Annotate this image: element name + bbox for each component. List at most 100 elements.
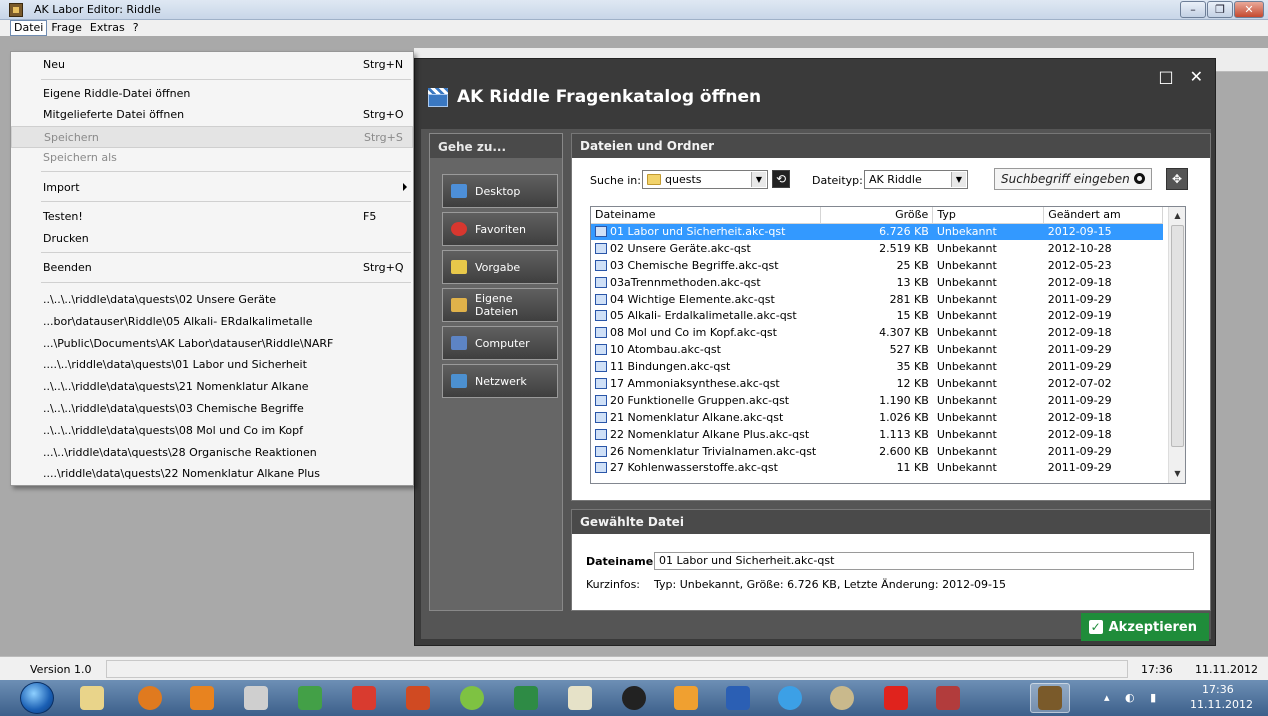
menu-item-beenden[interactable]: Beenden Strg+Q bbox=[11, 257, 413, 279]
menu-frage[interactable]: Frage bbox=[47, 20, 86, 36]
taskbar-ie[interactable] bbox=[770, 683, 810, 713]
nav-computer-button[interactable]: Computer bbox=[442, 326, 558, 360]
minimize-icon[interactable]: – bbox=[1180, 1, 1206, 18]
recent-file-item[interactable]: ...\..\riddle\data\quests\28 Organische … bbox=[11, 442, 413, 464]
chevron-down-icon[interactable]: ▼ bbox=[751, 172, 766, 187]
table-row[interactable]: 21 Nomenklatur Alkane.akc-qst 1.026 KB Unb… bbox=[591, 409, 1163, 426]
recent-file-item[interactable]: ..\..\..\riddle\data\quests\21 Nomenklat… bbox=[11, 376, 413, 398]
vertical-scrollbar[interactable]: ▲ ▼ bbox=[1168, 207, 1185, 483]
column-typ[interactable]: Typ bbox=[932, 207, 1045, 224]
search-input[interactable]: Suchbegriff eingeben bbox=[994, 168, 1152, 190]
nav-eigene-dateien-button[interactable]: Eigene Dateien bbox=[442, 288, 558, 322]
dialog-body: Gehe zu... Desktop Favoriten Vorgabe Eig… bbox=[421, 129, 1211, 639]
file-icon bbox=[595, 327, 607, 339]
file-icon bbox=[595, 361, 607, 373]
recent-file-item[interactable]: ...bor\datauser\Riddle\05 Alkali- ERdalk… bbox=[11, 311, 413, 333]
menu-item-testen[interactable]: Testen! F5 bbox=[11, 206, 413, 228]
menu-item-mitgelieferte-oeffnen[interactable]: Mitgelieferte Datei öffnen Strg+O bbox=[11, 104, 413, 126]
menu-separator bbox=[41, 171, 411, 172]
recent-file-item[interactable]: ....\..\riddle\data\quests\01 Labor und … bbox=[11, 354, 413, 376]
nav-favoriten-button[interactable]: Favoriten bbox=[442, 212, 558, 246]
menu-item-drucken[interactable]: Drucken bbox=[11, 228, 413, 250]
expand-view-icon[interactable]: ✥ bbox=[1166, 168, 1188, 190]
search-in-combo[interactable]: quests ▼ bbox=[642, 170, 768, 189]
menu-item-neu[interactable]: Neu Strg+N bbox=[11, 54, 413, 76]
taskbar-ak-app[interactable] bbox=[928, 683, 968, 713]
recent-file-item[interactable]: ...\Public\Documents\AK Labor\datauser\R… bbox=[11, 333, 413, 355]
taskbar-explorer[interactable] bbox=[72, 683, 112, 713]
recent-file-item[interactable]: ....\riddle\data\quests\22 Nomenklatur A… bbox=[11, 463, 413, 485]
clock-time[interactable]: 17:36 bbox=[1202, 683, 1234, 696]
taskbar-outlook[interactable] bbox=[666, 683, 706, 713]
taskbar-excel[interactable] bbox=[506, 683, 546, 713]
column-geaendert[interactable]: Geändert am bbox=[1043, 207, 1163, 224]
taskbar-outlook-app[interactable] bbox=[182, 683, 222, 713]
table-row[interactable]: 05 Alkali- Erdalkalimetalle.akc-qst 15 KB… bbox=[591, 307, 1163, 324]
table-row[interactable]: 17 Ammoniaksynthese.akc-qst 12 KB Unbekann… bbox=[591, 375, 1163, 392]
taskbar-paint[interactable] bbox=[822, 683, 862, 713]
table-row[interactable]: 20 Funktionelle Gruppen.akc-qst 1.190 KB U… bbox=[591, 392, 1163, 409]
table-row[interactable]: 02 Unsere Geräte.akc-qst 2.519 KB Unbekann… bbox=[591, 240, 1163, 257]
table-row[interactable]: 10 Atombau.akc-qst 527 KB Unbekannt 2011-09… bbox=[591, 341, 1163, 358]
recent-file-item[interactable]: ..\..\..\riddle\data\quests\08 Mol und C… bbox=[11, 420, 413, 442]
table-cell: 2011-09-29 bbox=[1047, 343, 1112, 357]
table-cell: 2012-07-02 bbox=[1047, 376, 1112, 390]
table-row[interactable]: 01 Labor und Sicherheit.akc-qst 6.726 KB U… bbox=[591, 223, 1163, 240]
taskbar-tool[interactable] bbox=[236, 683, 276, 713]
table-row[interactable]: 22 Nomenklatur Alkane Plus.akc-qst 1.113 … bbox=[591, 426, 1163, 443]
column-dateiname[interactable]: Dateiname bbox=[591, 207, 821, 224]
table-row[interactable]: 03 Chemische Begriffe.akc-qst 25 KB Unbeka… bbox=[591, 257, 1163, 274]
filename-field[interactable]: 01 Labor und Sicherheit.akc-qst bbox=[654, 552, 1194, 570]
taskbar-editor[interactable] bbox=[290, 683, 330, 713]
clock-date[interactable]: 11.11.2012 bbox=[1190, 698, 1253, 711]
table-row[interactable]: 11 Bindungen.akc-qst 35 KB Unbekannt 2011-0… bbox=[591, 358, 1163, 375]
taskbar-powerpoint[interactable] bbox=[398, 683, 438, 713]
recent-file-item[interactable]: ..\..\..\riddle\data\quests\03 Chemische… bbox=[11, 398, 413, 420]
taskbar-ak-labor-editor[interactable] bbox=[1030, 683, 1070, 713]
file-icon bbox=[595, 226, 607, 238]
table-row[interactable]: 03aTrennmethoden.akc-qst 13 KB Unbekannt 20… bbox=[591, 274, 1163, 291]
taskbar-app-red[interactable] bbox=[876, 683, 916, 713]
column-groesse[interactable]: Größe bbox=[820, 207, 934, 224]
recent-file-item[interactable]: ..\..\..\riddle\data\quests\02 Unsere Ge… bbox=[11, 289, 413, 311]
table-row[interactable]: 08 Mol und Co im Kopf.akc-qst 4.307 KB Unb… bbox=[591, 324, 1163, 341]
scroll-up-icon[interactable]: ▲ bbox=[1171, 209, 1184, 223]
maximize-icon[interactable]: ❐ bbox=[1207, 1, 1233, 18]
menu-datei[interactable]: Datei bbox=[10, 20, 48, 36]
scroll-down-icon[interactable]: ▼ bbox=[1171, 467, 1184, 481]
taskbar-app-green[interactable] bbox=[452, 683, 492, 713]
taskbar-word[interactable] bbox=[718, 683, 758, 713]
table-row[interactable]: 04 Wichtige Elemente.akc-qst 281 KB Unbeka… bbox=[591, 291, 1163, 308]
nav-desktop-button[interactable]: Desktop bbox=[442, 174, 558, 208]
scroll-thumb[interactable] bbox=[1171, 225, 1184, 447]
search-icon[interactable] bbox=[1134, 173, 1145, 184]
window-title: AK Labor Editor: Riddle bbox=[34, 3, 161, 16]
menu-help[interactable]: ? bbox=[129, 20, 143, 36]
menu-extras[interactable]: Extras bbox=[86, 20, 129, 36]
app-icon[interactable] bbox=[9, 3, 23, 17]
check-icon: ✓ bbox=[1088, 620, 1103, 634]
table-cell: Unbekannt bbox=[936, 292, 997, 306]
tray-icons[interactable]: ▴ ◐ ▮ bbox=[1104, 691, 1162, 704]
taskbar-media[interactable] bbox=[614, 683, 654, 713]
start-button[interactable] bbox=[20, 682, 54, 714]
menu-item-speichern-als[interactable]: Speichern als bbox=[11, 147, 413, 169]
dialog-maximize-icon[interactable]: □ bbox=[1158, 67, 1173, 86]
table-row[interactable]: 27 Kohlenwasserstoffe.akc-qst 11 KB Unbeka… bbox=[591, 459, 1163, 476]
nav-vorgabe-button[interactable]: Vorgabe bbox=[442, 250, 558, 284]
back-button[interactable]: ⟲ bbox=[772, 170, 790, 188]
taskbar-camera[interactable] bbox=[344, 683, 384, 713]
menu-item-import[interactable]: Import bbox=[11, 177, 413, 199]
close-icon[interactable]: ✕ bbox=[1234, 1, 1264, 18]
taskbar-chart-app[interactable] bbox=[560, 683, 600, 713]
menu-item-eigene-oeffnen[interactable]: Eigene Riddle-Datei öffnen bbox=[11, 83, 413, 105]
nav-netzwerk-button[interactable]: Netzwerk bbox=[442, 364, 558, 398]
taskbar-firefox[interactable] bbox=[130, 683, 170, 713]
table-cell: 12 KB bbox=[896, 376, 929, 390]
accept-button[interactable]: ✓ Akzeptieren bbox=[1080, 613, 1209, 641]
menu-item-speichern[interactable]: Speichern Strg+S bbox=[11, 126, 413, 148]
table-row[interactable]: 26 Nomenklatur Trivialnamen.akc-qst 2.600… bbox=[591, 443, 1163, 460]
chevron-down-icon[interactable]: ▼ bbox=[951, 172, 966, 187]
dialog-close-icon[interactable]: ✕ bbox=[1190, 67, 1203, 86]
filetype-combo[interactable]: AK Riddle ▼ bbox=[864, 170, 968, 189]
